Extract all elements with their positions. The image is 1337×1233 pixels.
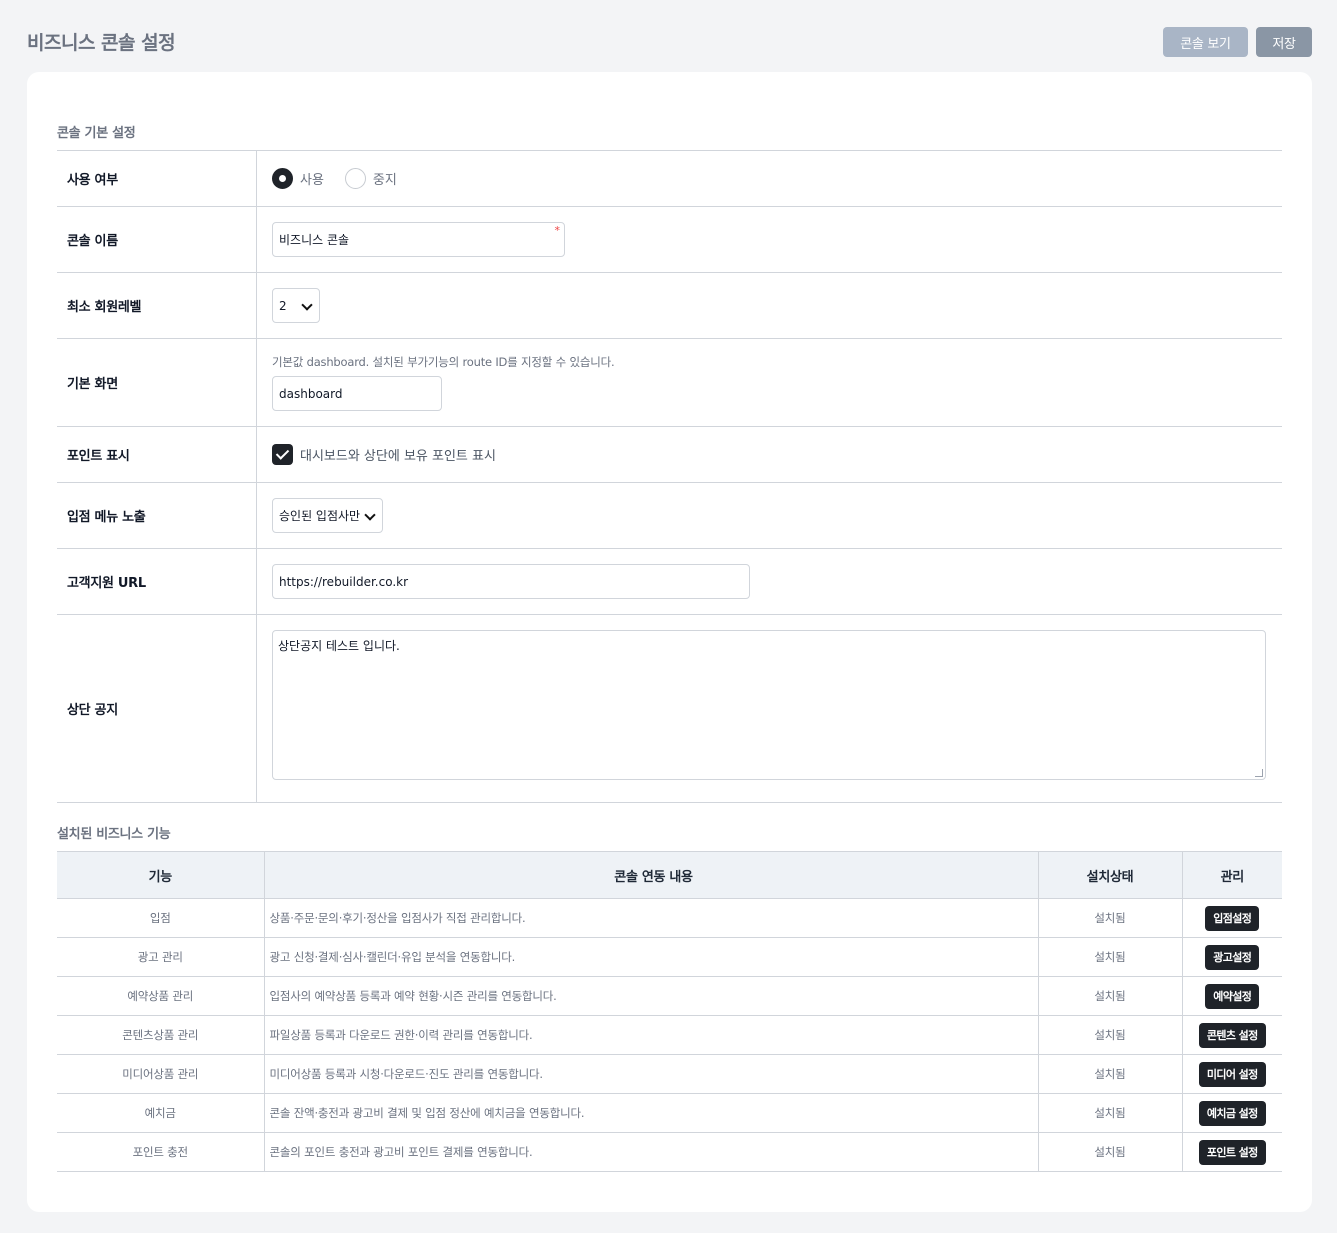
point-display-checkbox-label[interactable]: 대시보드와 상단에 보유 포인트 표시 [300,445,496,464]
required-mark: * [554,224,561,237]
deposit-settings-button[interactable]: 예치금 설정 [1198,1100,1266,1126]
point-display-label: 포인트 표시 [57,427,257,482]
feature-name: 콘텐츠상품 관리 [57,1015,264,1055]
page-header: 비즈니스 콘솔 설정 콘솔 보기 저장 [27,26,1312,58]
feature-description: 입점사의 예약상품 등록과 예약 현황·시즌 관리를 연동합니다. [263,976,1038,1016]
support-url-input[interactable]: https://rebuilder.co.kr [272,564,750,599]
usage-radio-group: 사용 중지 [272,168,418,189]
top-notice-value: 상단공지 테스트 입니다. [278,639,400,653]
settings-card: 콘솔 기본 설정 사용 여부 사용 중지 콘솔 이름 비즈니스 콘솔 * 최소 … [27,72,1312,1212]
usage-radio-on[interactable] [272,168,293,189]
table-header-row: 기능 콘솔 연동 내용 설치상태 관리 [57,851,1282,899]
usage-row: 사용 여부 사용 중지 [57,151,1282,207]
feature-name: 예치금 [57,1093,264,1133]
top-notice-label: 상단 공지 [57,615,257,802]
min-level-select[interactable]: 2 [272,288,320,323]
content-settings-button[interactable]: 콘텐츠 설정 [1198,1022,1266,1048]
store-menu-label: 입점 메뉴 노출 [57,483,257,548]
console-name-input[interactable]: 비즈니스 콘솔 * [272,222,565,257]
store-settings-button[interactable]: 입점설정 [1205,905,1260,931]
feature-description: 광고 신청·결제·심사·캘린더·유입 분석을 연동합니다. [263,937,1038,977]
min-level-row: 최소 회원레벨 2 [57,273,1282,339]
store-menu-row: 입점 메뉴 노출 승인된 입점사만 [57,483,1282,549]
features-title: 설치된 비즈니스 기능 [57,827,171,842]
feature-description: 파일상품 등록과 다운로드 권한·이력 관리를 연동합니다. [263,1015,1038,1055]
feature-status: 설치됨 [1037,937,1182,977]
table-row: 입점 상품·주문·문의·후기·정산을 입점사가 직접 관리합니다. 설치됨 입점… [57,898,1282,938]
basic-settings-title: 콘솔 기본 설정 [57,126,136,141]
support-url-label: 고객지원 URL [57,549,257,614]
table-row: 미디어상품 관리 미디어상품 등록과 시청·다운로드·진도 관리를 연동합니다.… [57,1054,1282,1094]
reservation-settings-button[interactable]: 예약설정 [1205,983,1260,1009]
feature-status: 설치됨 [1037,1054,1182,1094]
feature-name: 예약상품 관리 [57,976,264,1016]
media-settings-button[interactable]: 미디어 설정 [1198,1061,1266,1087]
view-console-button[interactable]: 콘솔 보기 [1163,27,1248,57]
col-header-manage: 관리 [1181,851,1282,899]
table-row: 예약상품 관리 입점사의 예약상품 등록과 예약 현황·시즌 관리를 연동합니다… [57,976,1282,1016]
usage-radio-off-label[interactable]: 중지 [373,169,397,188]
feature-status: 설치됨 [1037,976,1182,1016]
feature-status: 설치됨 [1037,1015,1182,1055]
features-table: 기능 콘솔 연동 내용 설치상태 관리 입점 상품·주문·문의·후기·정산을 입… [57,851,1282,1172]
console-name-row: 콘솔 이름 비즈니스 콘솔 * [57,207,1282,273]
feature-name: 미디어상품 관리 [57,1054,264,1094]
resize-handle-icon[interactable] [1255,769,1263,777]
default-screen-help: 기본값 dashboard. 설치된 부가기능의 route ID를 지정할 수… [272,355,615,369]
default-screen-label: 기본 화면 [57,339,257,426]
feature-description: 미디어상품 등록과 시청·다운로드·진도 관리를 연동합니다. [263,1054,1038,1094]
point-display-checkbox[interactable] [272,444,293,465]
table-row: 광고 관리 광고 신청·결제·심사·캘린더·유입 분석을 연동합니다. 설치됨 … [57,937,1282,977]
basic-settings-form: 사용 여부 사용 중지 콘솔 이름 비즈니스 콘솔 * 최소 회원레벨 2 기본… [57,150,1282,803]
usage-radio-off[interactable] [344,168,366,189]
feature-description: 콘솔의 포인트 충전과 광고비 포인트 결제를 연동합니다. [263,1132,1038,1172]
default-screen-value: dashboard [279,386,343,401]
store-menu-select[interactable]: 승인된 입점사만 [272,498,383,533]
default-screen-row: 기본 화면 기본값 dashboard. 설치된 부가기능의 route ID를… [57,339,1282,427]
ad-settings-button[interactable]: 광고설정 [1205,944,1260,970]
point-settings-button[interactable]: 포인트 설정 [1198,1139,1266,1165]
col-header-feature: 기능 [57,851,264,899]
page-title: 비즈니스 콘솔 설정 [27,32,176,54]
usage-radio-on-label[interactable]: 사용 [300,169,324,188]
feature-name: 포인트 충전 [57,1132,264,1172]
feature-name: 광고 관리 [57,937,264,977]
support-url-value: https://rebuilder.co.kr [279,574,409,589]
col-header-status: 설치상태 [1037,851,1182,899]
console-name-label: 콘솔 이름 [57,207,257,272]
table-row: 포인트 충전 콘솔의 포인트 충전과 광고비 포인트 결제를 연동합니다. 설치… [57,1132,1282,1172]
chevron-down-icon [364,509,376,521]
min-level-value: 2 [279,298,287,313]
support-url-row: 고객지원 URL https://rebuilder.co.kr [57,549,1282,615]
feature-status: 설치됨 [1037,1132,1182,1172]
top-notice-textarea[interactable]: 상단공지 테스트 입니다. [272,630,1266,780]
usage-label: 사용 여부 [57,151,257,206]
table-row: 콘텐츠상품 관리 파일상품 등록과 다운로드 권한·이력 관리를 연동합니다. … [57,1015,1282,1055]
feature-status: 설치됨 [1037,1093,1182,1133]
point-display-row: 포인트 표시 대시보드와 상단에 보유 포인트 표시 [57,427,1282,483]
table-row: 예치금 콘솔 잔액·충전과 광고비 결제 및 입점 정산에 예치금을 연동합니다… [57,1093,1282,1133]
default-screen-input[interactable]: dashboard [272,376,442,411]
feature-name: 입점 [57,898,264,938]
console-name-value: 비즈니스 콘솔 [279,233,350,247]
col-header-description: 콘솔 연동 내용 [263,851,1038,899]
top-notice-row: 상단 공지 상단공지 테스트 입니다. [57,615,1282,803]
feature-description: 상품·주문·문의·후기·정산을 입점사가 직접 관리합니다. [263,898,1038,938]
feature-status: 설치됨 [1037,898,1182,938]
min-level-label: 최소 회원레벨 [57,273,257,338]
chevron-down-icon [301,299,313,311]
store-menu-value: 승인된 입점사만 [279,509,361,523]
feature-description: 콘솔 잔액·충전과 광고비 결제 및 입점 정산에 예치금을 연동합니다. [263,1093,1038,1133]
save-button[interactable]: 저장 [1256,27,1312,57]
